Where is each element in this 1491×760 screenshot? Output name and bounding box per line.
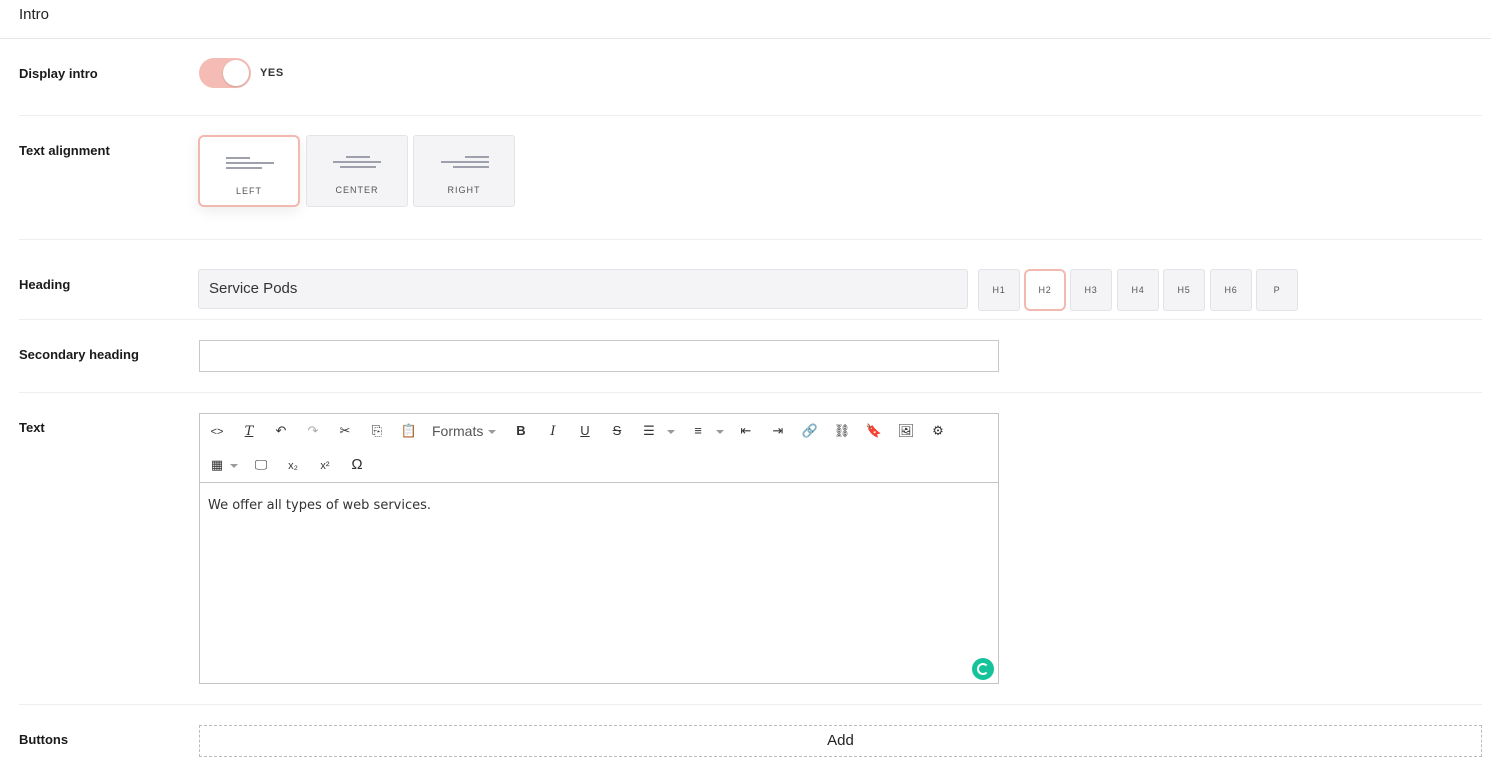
bookmark-icon[interactable]: 🔖 — [863, 420, 885, 442]
editor-toolbar: <> T ↶ ↷ ✂ ⎘ 📋 Formats B I U S ☰ ≡ ⇤ ⇥ 🔗… — [200, 414, 998, 483]
heading-level-h5-button[interactable]: H5 — [1163, 269, 1205, 311]
italic-icon[interactable]: I — [542, 420, 564, 442]
text-alignment-label: Text alignment — [19, 143, 110, 158]
align-right-button[interactable]: RIGHT — [413, 135, 515, 207]
cut-icon[interactable]: ✂ — [334, 420, 356, 442]
formats-chevron-down-icon — [488, 430, 496, 434]
align-left-button[interactable]: LEFT — [198, 135, 300, 207]
heading-level-p-button[interactable]: P — [1256, 269, 1298, 311]
text-label: Text — [19, 420, 45, 435]
image-icon[interactable]: 🖼 — [895, 420, 917, 442]
bullet-list-icon[interactable]: ☰ — [638, 420, 660, 442]
paste-icon[interactable]: 📋 — [398, 420, 420, 442]
display-intro-toggle[interactable] — [199, 58, 251, 88]
table-icon[interactable]: ▦ — [206, 454, 228, 476]
divider — [19, 319, 1482, 320]
divider — [19, 392, 1482, 393]
outdent-icon[interactable]: ⇤ — [735, 420, 757, 442]
unlink-icon[interactable]: ⛓ — [831, 420, 853, 442]
align-right-label: RIGHT — [447, 185, 481, 195]
subscript-icon[interactable]: x₂ — [282, 454, 304, 476]
divider — [19, 115, 1482, 116]
heading-label: Heading — [19, 277, 71, 292]
superscript-icon[interactable]: x² — [314, 454, 336, 476]
heading-level-h1-button[interactable]: H1 — [978, 269, 1020, 311]
preview-icon[interactable]: 🖵 — [250, 454, 272, 476]
special-character-icon[interactable]: Ω — [346, 454, 368, 476]
numbered-list-chevron-down-icon[interactable] — [716, 430, 724, 434]
heading-input[interactable]: Service Pods — [198, 269, 968, 309]
source-code-icon[interactable]: <> — [206, 420, 228, 442]
link-icon[interactable]: 🔗 — [799, 420, 821, 442]
table-chevron-down-icon[interactable] — [230, 464, 238, 468]
heading-level-h3-button[interactable]: H3 — [1070, 269, 1112, 311]
grammarly-icon[interactable] — [972, 658, 994, 680]
settings-icon[interactable]: ⚙ — [927, 420, 949, 442]
align-center-label: CENTER — [335, 185, 379, 195]
heading-level-h4-button[interactable]: H4 — [1117, 269, 1159, 311]
align-right-icon — [414, 156, 514, 168]
clear-formatting-icon[interactable]: T — [238, 420, 260, 442]
copy-icon[interactable]: ⎘ — [366, 420, 388, 442]
underline-icon[interactable]: U — [574, 420, 596, 442]
numbered-list-icon[interactable]: ≡ — [687, 420, 709, 442]
section-divider — [0, 38, 1491, 39]
rich-text-editor: <> T ↶ ↷ ✂ ⎘ 📋 Formats B I U S ☰ ≡ ⇤ ⇥ 🔗… — [199, 413, 999, 684]
display-intro-state: YES — [260, 67, 284, 79]
strikethrough-icon[interactable]: S — [606, 420, 628, 442]
redo-icon[interactable]: ↷ — [302, 420, 324, 442]
buttons-label: Buttons — [19, 732, 69, 747]
undo-icon[interactable]: ↶ — [270, 420, 292, 442]
heading-level-h6-button[interactable]: H6 — [1210, 269, 1252, 311]
secondary-heading-label: Secondary heading — [19, 347, 139, 362]
divider — [19, 239, 1482, 240]
editor-content[interactable]: We offer all types of web services. — [208, 498, 431, 513]
align-center-icon — [307, 156, 407, 168]
bold-icon[interactable]: B — [510, 420, 532, 442]
display-intro-label: Display intro — [19, 66, 98, 81]
section-title: Intro — [19, 6, 50, 23]
divider — [19, 704, 1482, 705]
align-center-button[interactable]: CENTER — [306, 135, 408, 207]
secondary-heading-input[interactable] — [199, 340, 999, 372]
toggle-knob — [223, 60, 249, 86]
formats-label: Formats — [432, 423, 484, 439]
bullet-list-chevron-down-icon[interactable] — [667, 430, 675, 434]
add-button[interactable]: Add — [199, 725, 1482, 757]
indent-icon[interactable]: ⇥ — [767, 420, 789, 442]
heading-level-h2-button[interactable]: H2 — [1024, 269, 1066, 311]
align-left-label: LEFT — [235, 186, 262, 196]
align-left-icon — [200, 157, 298, 169]
